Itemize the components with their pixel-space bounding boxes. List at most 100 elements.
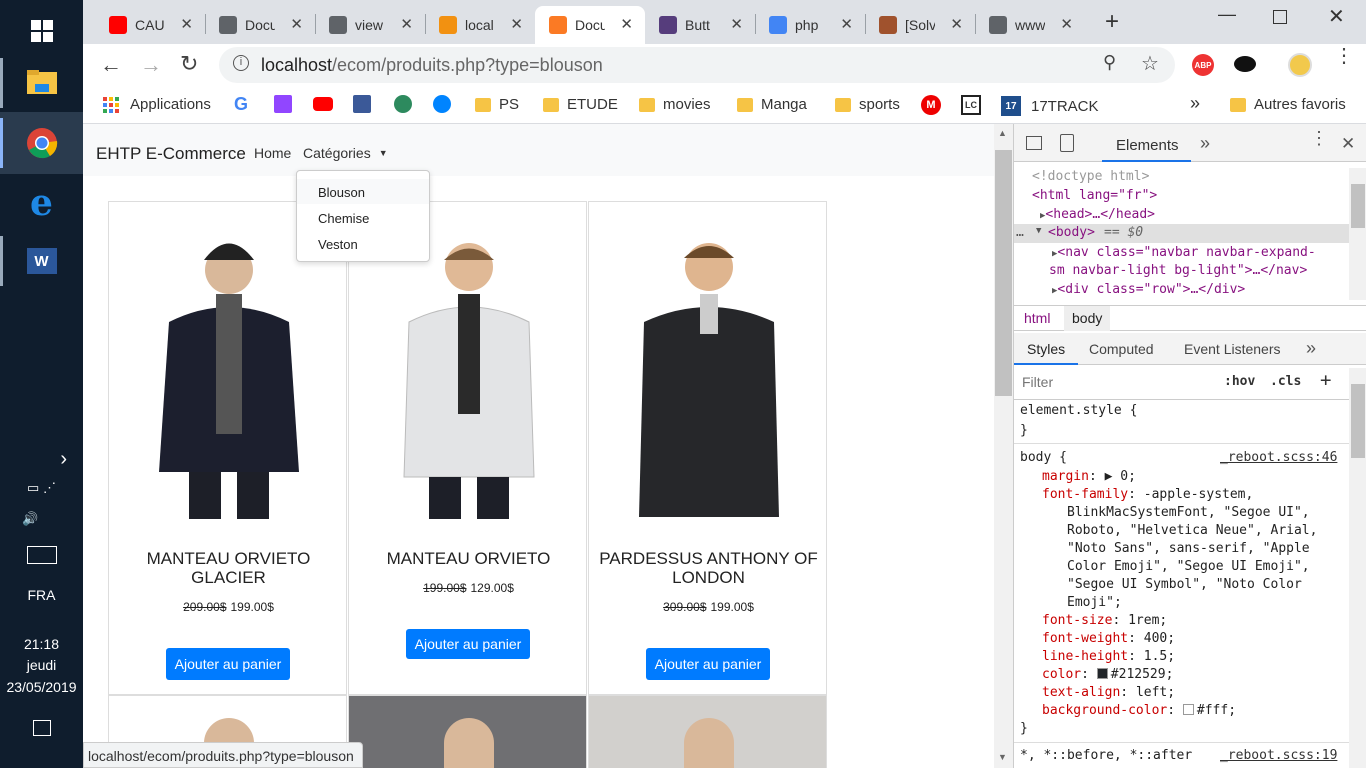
element-style-selector[interactable]: element.style { [1020, 403, 1137, 418]
tab-styles[interactable]: Styles [1014, 333, 1078, 365]
clock-date[interactable]: 23/05/2019 [0, 679, 83, 695]
browser-tab[interactable]: Docu ✕ [535, 6, 645, 44]
close-tab-icon[interactable]: ✕ [180, 15, 193, 33]
dropdown-item-veston[interactable]: Veston [297, 231, 429, 256]
close-window-button[interactable]: ✕ [1328, 4, 1345, 29]
browser-tab[interactable]: local ✕ [425, 6, 535, 44]
language-indicator[interactable]: FRA [0, 587, 83, 603]
nav-categories-dropdown[interactable]: Catégories ▼ [303, 145, 388, 161]
forward-arrow-icon[interactable]: → [140, 52, 162, 78]
css-property-line[interactable]: background-color: #fff; [1042, 703, 1236, 718]
tab-computed[interactable]: Computed [1089, 341, 1154, 357]
close-tab-icon[interactable]: ✕ [620, 15, 633, 33]
css-property-line[interactable]: Roboto, "Helvetica Neue", Arial, [1067, 523, 1317, 538]
bookmark-star-icon[interactable]: ☆ [1141, 51, 1159, 76]
battery-wifi-icon[interactable]: ▭ ⋰ [0, 480, 83, 496]
tab-elements[interactable]: Elements [1102, 124, 1191, 162]
chrome-menu-icon[interactable]: ⋮ [1334, 46, 1354, 66]
zoom-icon[interactable]: ⚲ [1103, 52, 1116, 73]
close-tab-icon[interactable]: ✕ [1060, 15, 1073, 33]
back-arrow-icon[interactable]: ← [100, 52, 122, 78]
google-icon[interactable]: G [234, 94, 248, 115]
scrollbar-thumb[interactable] [995, 150, 1012, 396]
browser-tab[interactable]: CAU ✕ [95, 6, 205, 44]
crumb-html[interactable]: html [1024, 310, 1050, 326]
scroll-down-icon[interactable]: ▼ [998, 752, 1007, 762]
other-bookmarks-folder[interactable]: Autres favoris [1230, 96, 1346, 113]
minimize-button[interactable]: — [1218, 4, 1236, 25]
close-tab-icon[interactable]: ✕ [400, 15, 413, 33]
color-swatch-icon[interactable] [1182, 704, 1194, 715]
more-subtabs-icon[interactable]: » [1306, 338, 1316, 359]
css-property-line[interactable]: "Noto Sans", sans-serif, "Apple [1067, 541, 1310, 556]
apps-bookmark[interactable]: Applications [103, 96, 211, 113]
clock-day[interactable]: jeudi [0, 657, 83, 673]
address-bar[interactable]: i localhost/ecom/produits.php?type=blous… [219, 47, 1175, 83]
product-title[interactable]: MANTEAU ORVIETO [349, 549, 588, 568]
product-title[interactable]: PARDESSUS ANTHONY OF LONDON [589, 549, 828, 587]
browser-tab[interactable]: [Solv ✕ [865, 6, 975, 44]
nav-home-link[interactable]: Home [254, 145, 291, 161]
devtools-menu-icon[interactable]: ⋮ [1310, 129, 1328, 147]
browser-tab[interactable]: view ✕ [315, 6, 425, 44]
bookmark-folder-movies[interactable]: movies [639, 96, 711, 113]
sync-site-icon[interactable] [394, 95, 412, 113]
styles-filter-input[interactable] [1018, 370, 1212, 394]
messenger-icon[interactable] [433, 95, 451, 113]
product-title[interactable]: MANTEAU ORVIETO GLACIER [109, 549, 348, 587]
navbar-brand[interactable]: EHTP E-Commerce [96, 144, 246, 164]
bookmark-17track[interactable]: 17 17TRACK [1001, 96, 1099, 116]
add-to-cart-button[interactable]: Ajouter au panier [406, 629, 530, 659]
page-scrollbar[interactable]: ▲ ▼ [994, 124, 1013, 768]
device-toggle-icon[interactable] [1060, 134, 1074, 152]
twitch-icon[interactable] [274, 95, 292, 113]
new-rule-plus-icon[interactable]: + [1320, 369, 1331, 391]
lc-site-icon[interactable]: LC [961, 95, 981, 115]
bookmark-folder-etude[interactable]: ETUDE [543, 96, 618, 113]
add-to-cart-button[interactable]: Ajouter au panier [646, 648, 770, 680]
dom-html-open[interactable]: <html lang="fr"> [1032, 188, 1157, 203]
dom-nav-node[interactable]: ▶<nav class="navbar navbar-expand- [1052, 245, 1316, 260]
css-property-line[interactable]: "Segoe UI Symbol", "Noto Color [1067, 577, 1302, 592]
hov-toggle[interactable]: :hov [1224, 374, 1255, 389]
dom-nav-node-cont[interactable]: sm navbar-light bg-light">…</nav> [1049, 263, 1307, 278]
tab-event-listeners[interactable]: Event Listeners [1184, 341, 1281, 357]
dom-body-node-selected[interactable]: … ▼ <body> == $0 [1014, 224, 1350, 243]
bookmark-folder-sports[interactable]: sports [835, 96, 900, 113]
css-property-line[interactable]: color: #212529; [1042, 667, 1173, 682]
edge-taskbar-button[interactable]: e [0, 172, 83, 234]
adblock-icon[interactable]: ABP [1192, 54, 1214, 76]
color-swatch-icon[interactable] [1096, 668, 1108, 679]
browser-tab[interactable]: www ✕ [975, 6, 1085, 44]
maximize-button[interactable] [1273, 10, 1287, 24]
close-tab-icon[interactable]: ✕ [950, 15, 963, 33]
css-property-line[interactable]: BlinkMacSystemFont, "Segoe UI", [1067, 505, 1310, 520]
clock-time[interactable]: 21:18 [0, 636, 83, 652]
css-property-line[interactable]: Color Emoji", "Segoe UI Emoji", [1067, 559, 1310, 574]
rule-source-link[interactable]: _reboot.scss:46 [1220, 450, 1337, 465]
css-property-line[interactable]: font-weight: 400; [1042, 631, 1175, 646]
css-property-line[interactable]: text-align: left; [1042, 685, 1175, 700]
new-tab-button[interactable]: + [1105, 8, 1119, 36]
browser-tab[interactable]: php ✕ [755, 6, 865, 44]
chevron-right-icon[interactable]: › [0, 448, 83, 471]
reload-icon[interactable]: ↻ [180, 51, 198, 77]
close-tab-icon[interactable]: ✕ [290, 15, 303, 33]
close-devtools-icon[interactable]: ✕ [1341, 134, 1355, 154]
info-icon[interactable]: i [233, 55, 249, 71]
body-rule-selector[interactable]: body { [1020, 450, 1067, 465]
crumb-body[interactable]: body [1064, 306, 1111, 331]
bookmark-folder-ps[interactable]: PS [475, 96, 519, 113]
cls-toggle[interactable]: .cls [1270, 374, 1301, 389]
more-tabs-icon[interactable]: » [1200, 133, 1210, 154]
close-tab-icon[interactable]: ✕ [840, 15, 853, 33]
styles-scrollbar[interactable] [1349, 368, 1366, 768]
browser-tab[interactable]: Butt ✕ [645, 6, 755, 44]
chrome-taskbar-button[interactable] [0, 112, 83, 174]
browser-tab[interactable]: Docu ✕ [205, 6, 315, 44]
css-property-line[interactable]: font-family: -apple-system, [1042, 487, 1253, 502]
bookmark-folder-manga[interactable]: Manga [737, 96, 807, 113]
scroll-up-icon[interactable]: ▲ [998, 128, 1007, 138]
profile-avatar[interactable] [1288, 53, 1312, 77]
dom-head-node[interactable]: ▶<head>…</head> [1040, 207, 1155, 222]
